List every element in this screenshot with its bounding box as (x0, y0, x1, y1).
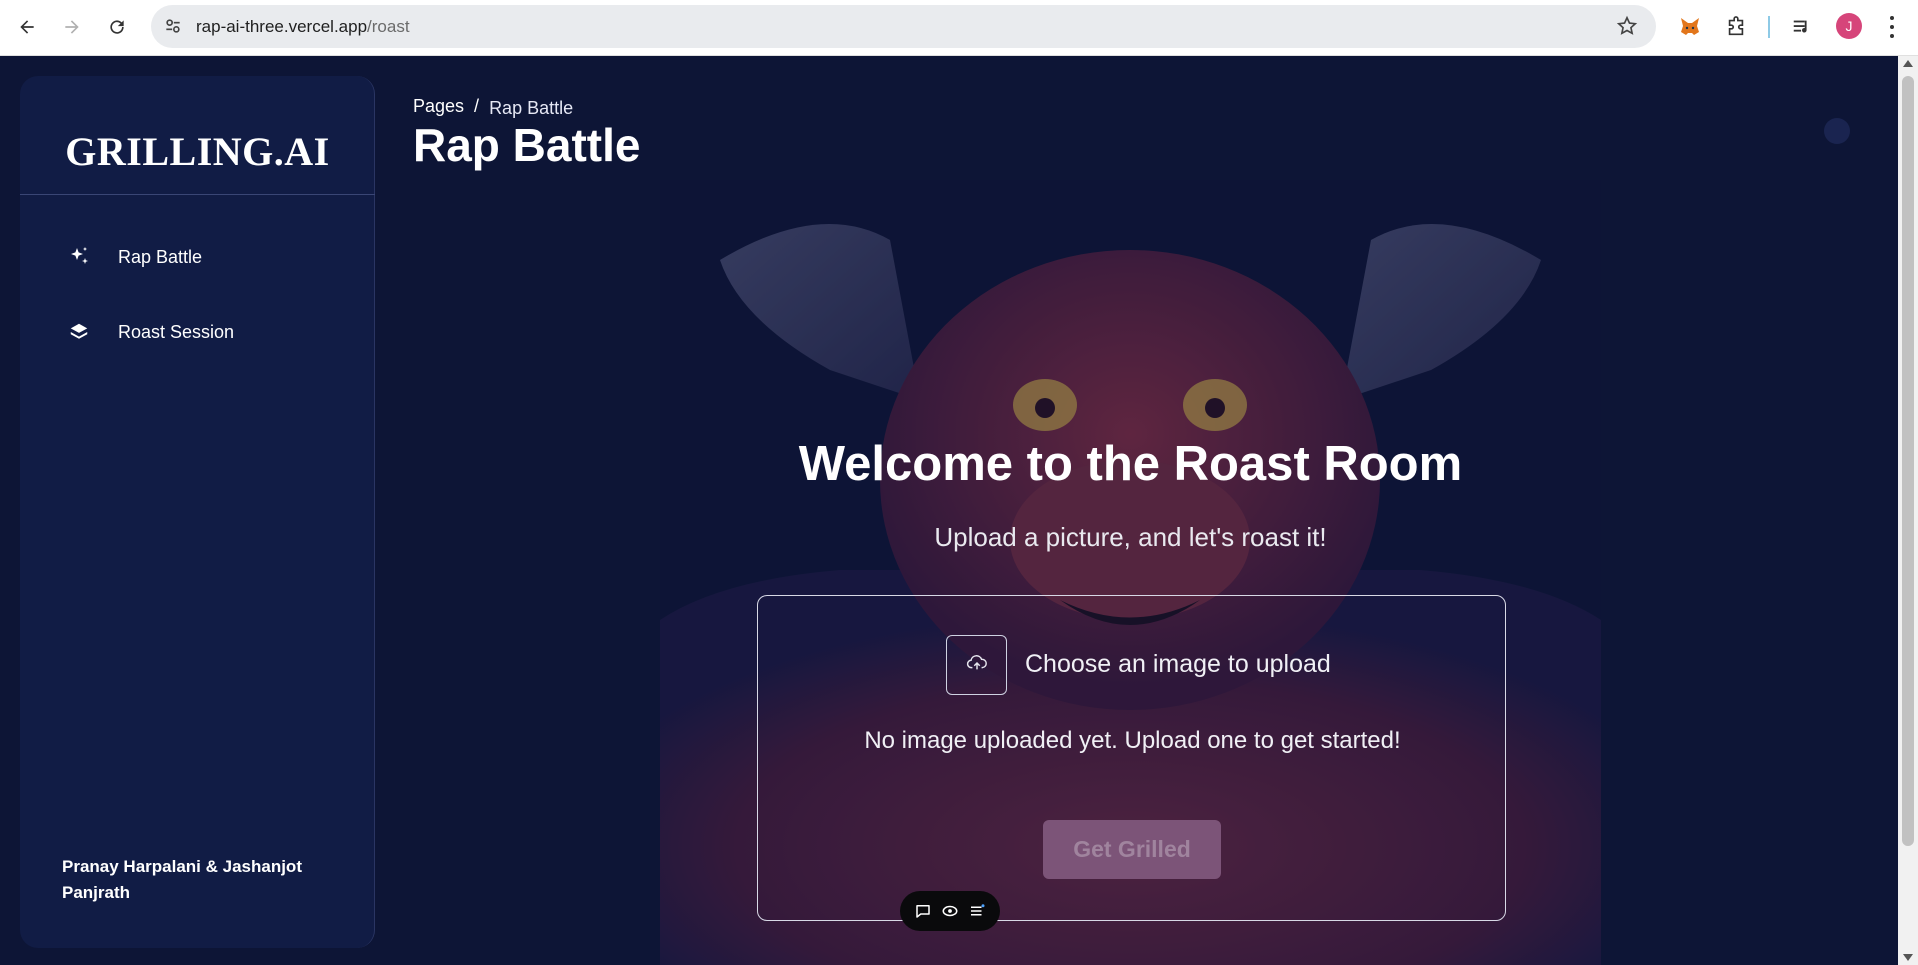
sidebar-item-rap-battle[interactable]: Rap Battle (66, 244, 202, 270)
header-avatar[interactable] (1824, 118, 1850, 144)
scroll-down-icon[interactable] (1903, 954, 1913, 961)
eye-toggle-icon[interactable] (940, 901, 960, 921)
welcome-heading: Welcome to the Roast Room (798, 437, 1463, 491)
url-text[interactable]: rap-ai-three.vercel.app/roast (196, 17, 410, 37)
url-path: /roast (367, 17, 410, 36)
breadcrumb: Pages / Rap Battle (413, 96, 574, 118)
metamask-fox-icon[interactable] (1676, 13, 1704, 41)
breadcrumb-current: Rap Battle (489, 98, 574, 118)
extensions-puzzle-icon[interactable] (1722, 13, 1750, 41)
forward-icon[interactable] (57, 12, 87, 42)
sparkles-icon (66, 244, 92, 270)
address-bar[interactable]: rap-ai-three.vercel.app/roast (151, 5, 1656, 48)
media-controls-icon[interactable] (1788, 13, 1816, 41)
upload-button[interactable] (946, 635, 1007, 695)
list-menu-icon[interactable] (967, 901, 987, 921)
profile-avatar[interactable]: J (1836, 13, 1862, 39)
bookmark-star-icon[interactable] (1616, 15, 1638, 37)
url-host: rap-ai-three.vercel.app (196, 17, 368, 36)
breadcrumb-separator: / (474, 96, 480, 116)
floating-toolbar (900, 891, 1000, 931)
scroll-up-icon[interactable] (1903, 60, 1913, 67)
empty-state-message: No image uploaded yet. Upload one to get… (864, 727, 1401, 754)
breadcrumb-root[interactable]: Pages (413, 96, 464, 117)
page-title: Rap Battle (413, 119, 641, 171)
app-root: GRILLING.AI Rap Battle Roast Session Pra… (0, 56, 1898, 965)
sidebar-item-label: Rap Battle (118, 246, 203, 267)
cloud-upload-icon (966, 652, 988, 679)
sidebar-divider (20, 194, 375, 195)
upload-label[interactable]: Choose an image to upload (1025, 650, 1331, 679)
sidebar-item-label: Roast Session (118, 321, 235, 342)
comment-icon[interactable] (913, 901, 933, 921)
layers-icon (66, 319, 92, 345)
kebab-menu-icon[interactable] (1882, 14, 1902, 40)
back-icon[interactable] (12, 12, 42, 42)
toolbar-separator (1768, 16, 1770, 38)
sidebar: GRILLING.AI Rap Battle Roast Session Pra… (20, 76, 375, 948)
brand-logo[interactable]: GRILLING.AI (20, 128, 375, 175)
upload-panel: Choose an image to upload No image uploa… (757, 595, 1506, 921)
sidebar-item-roast-session[interactable]: Roast Session (66, 319, 234, 345)
credits-text: Pranay Harpalani & Jashanjot Panjrath (62, 857, 302, 902)
page-scrollbar[interactable] (1898, 56, 1918, 965)
site-settings-icon[interactable] (161, 14, 185, 38)
scroll-thumb[interactable] (1902, 76, 1914, 846)
welcome-subtitle: Upload a picture, and let's roast it! (934, 522, 1327, 552)
browser-toolbar: rap-ai-three.vercel.app/roast J (0, 0, 1918, 56)
get-grilled-button[interactable]: Get Grilled (1043, 820, 1221, 879)
reload-icon[interactable] (102, 12, 132, 42)
